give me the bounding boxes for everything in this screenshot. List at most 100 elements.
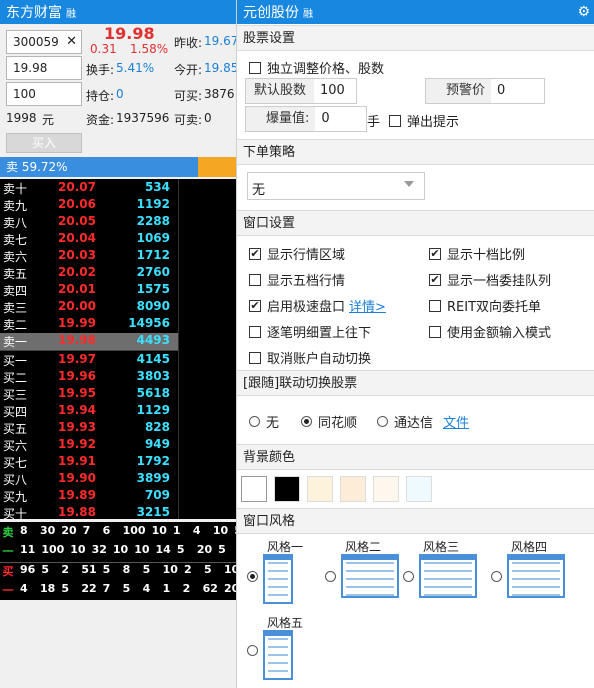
file-link[interactable]: 文件 <box>443 412 469 431</box>
window-option-checkbox[interactable]: 显示五档行情 <box>249 270 345 289</box>
window-option-checkbox[interactable]: 逐笔明细置上往下 <box>249 322 371 341</box>
bg-color-swatch[interactable] <box>274 476 300 502</box>
details-link[interactable]: 详情> <box>349 296 386 315</box>
bid-level-volume: 709 <box>144 488 170 502</box>
radio-icon[interactable] <box>301 416 312 427</box>
window-option-checkbox[interactable]: ✔ 显示十档比例 <box>429 244 525 263</box>
ask-level-row[interactable]: 卖四 20.01 1575 <box>0 282 178 299</box>
bid-level-row[interactable]: 买七 19.91 1792 <box>0 454 178 471</box>
default-qty-field[interactable]: 默认股数 100 <box>245 78 357 104</box>
alert-price-field[interactable]: 预警价 0 <box>425 78 545 104</box>
style-thumbnail[interactable] <box>263 630 293 680</box>
strategy-select[interactable]: 无 <box>247 172 425 200</box>
ask-level-price: 20.06 <box>58 197 96 211</box>
queue-cell: 5 <box>61 582 69 595</box>
bid-level-price: 19.92 <box>58 437 96 451</box>
queue-cell: 10 <box>223 563 236 576</box>
ask-level-row[interactable]: 卖二 19.99 14956 <box>0 316 178 333</box>
bid-level-row[interactable]: 买八 19.90 3899 <box>0 471 178 488</box>
window-option-checkbox[interactable]: REIT双向委托单 <box>429 296 541 315</box>
follow-radio[interactable]: 通达信 <box>377 412 433 431</box>
style-thumbnail[interactable] <box>419 554 477 598</box>
checked-box-icon[interactable]: ✔ <box>249 247 261 260</box>
order-price-input[interactable]: 19.98 <box>6 56 82 80</box>
settings-titlebar[interactable]: 元创股份 融 ⚙ <box>237 0 594 24</box>
clear-icon[interactable]: ✕ <box>66 34 77 49</box>
unchecked-box-icon[interactable] <box>249 351 261 364</box>
unchecked-box-icon[interactable] <box>429 299 441 312</box>
independent-adjust-label: 独立调整价格、股数 <box>267 62 385 77</box>
bg-color-swatch[interactable] <box>307 476 333 502</box>
order-qty-input[interactable]: 100 <box>6 82 82 106</box>
window-option-label: 取消账户自动切换 <box>267 352 372 367</box>
bg-color-swatch[interactable] <box>406 476 432 502</box>
queue-cell: 6 <box>102 524 111 537</box>
window-option-checkbox[interactable]: ✔ 启用极速盘口 详情> <box>249 296 386 315</box>
bid-level-row[interactable]: 买四 19.94 1129 <box>0 403 178 420</box>
ask-level-row[interactable]: 卖六 20.03 1712 <box>0 248 178 265</box>
buy-button[interactable]: 买入 <box>6 133 82 153</box>
ask-level-row[interactable]: 卖十 20.07 534 <box>0 180 178 197</box>
ask-level-row[interactable]: 卖七 20.04 1069 <box>0 231 178 248</box>
settings-gear-icon[interactable]: ⚙ <box>577 4 590 20</box>
bid-level-row[interactable]: 买六 19.92 949 <box>0 437 178 454</box>
buy-queue-level: 一 <box>2 584 14 597</box>
checkbox-box[interactable] <box>389 114 401 127</box>
window-option-checkbox[interactable]: ✔ 显示行情区域 <box>249 244 345 263</box>
unchecked-box-icon[interactable] <box>429 325 441 338</box>
bid-level-row[interactable]: 买五 19.93 828 <box>0 420 178 437</box>
style-radio-icon[interactable] <box>247 571 258 582</box>
style-thumbnail[interactable] <box>263 554 293 604</box>
radio-icon[interactable] <box>377 416 388 427</box>
open-label: 今开: <box>174 63 203 77</box>
burst-field[interactable]: 爆量值: 0 <box>245 106 367 132</box>
ask-level-price: 20.00 <box>58 299 96 313</box>
window-option-checkbox[interactable]: 使用金额输入模式 <box>429 322 551 341</box>
ask-level-volume: 1712 <box>136 248 170 262</box>
radio-icon[interactable] <box>249 416 260 427</box>
unchecked-box-icon[interactable] <box>249 325 261 338</box>
ask-level-row[interactable]: 卖八 20.05 2288 <box>0 214 178 231</box>
style-radio-icon[interactable] <box>247 645 258 656</box>
checked-box-icon[interactable]: ✔ <box>249 299 261 312</box>
window-option-checkbox[interactable]: 取消账户自动切换 <box>249 348 371 367</box>
style-radio-icon[interactable] <box>325 571 336 582</box>
checked-box-icon[interactable]: ✔ <box>429 247 441 260</box>
bid-level-row[interactable]: 买九 19.89 709 <box>0 488 178 505</box>
thumbnail-header <box>265 556 291 560</box>
style-radio-icon[interactable] <box>491 571 502 582</box>
burst-value[interactable]: 0 <box>315 107 366 131</box>
ask-level-row[interactable]: 卖一 19.98 4493 <box>0 333 178 350</box>
ask-level-row[interactable]: 卖五 20.02 2760 <box>0 265 178 282</box>
style-radio-icon[interactable] <box>403 571 414 582</box>
style-thumbnail[interactable] <box>341 554 399 598</box>
bid-level-row[interactable]: 买二 19.96 3803 <box>0 369 178 386</box>
bid-level-row[interactable]: 买十 19.88 3215 <box>0 505 178 522</box>
popup-tip-checkbox[interactable]: 弹出提示 <box>389 111 459 130</box>
unchecked-box-icon[interactable] <box>249 273 261 286</box>
window-option-checkbox[interactable]: ✔ 显示一档委挂队列 <box>429 270 551 289</box>
independent-adjust-checkbox[interactable]: 独立调整价格、股数 <box>249 58 384 77</box>
default-qty-value[interactable]: 100 <box>314 79 356 103</box>
queue-cell: 1 <box>172 524 181 537</box>
bid-level-row[interactable]: 买三 19.95 5618 <box>0 386 178 403</box>
stock-code-input[interactable]: 300059 ✕ <box>6 30 82 54</box>
queue-cell: 4 <box>20 582 28 595</box>
queue-cell: 5 <box>203 563 212 576</box>
checkbox-box[interactable] <box>249 61 261 74</box>
bid-level-row[interactable]: 买一 19.97 4145 <box>0 352 178 369</box>
trading-titlebar[interactable]: 东方财富 融 ⚙ — ✕ <box>0 0 236 24</box>
queue-cell: 30 <box>40 524 56 537</box>
follow-radio[interactable]: 同花顺 <box>301 412 357 431</box>
ask-level-name: 卖六 <box>3 250 28 264</box>
ask-level-row[interactable]: 卖三 20.00 8090 <box>0 299 178 316</box>
queue-cell: 100 <box>41 543 65 556</box>
bg-color-swatch[interactable] <box>340 476 366 502</box>
alert-price-value[interactable]: 0 <box>491 79 544 103</box>
checked-box-icon[interactable]: ✔ <box>429 273 441 286</box>
style-thumbnail[interactable] <box>507 554 565 598</box>
bg-color-swatch[interactable] <box>373 476 399 502</box>
bg-color-swatch[interactable] <box>241 476 267 502</box>
follow-radio[interactable]: 无 <box>249 412 279 431</box>
ask-level-row[interactable]: 卖九 20.06 1192 <box>0 197 178 214</box>
